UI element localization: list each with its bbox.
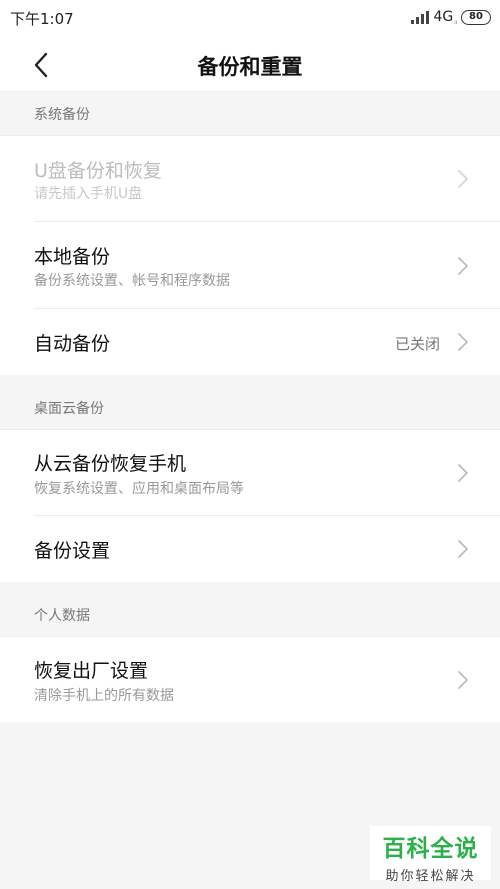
status-bar: 下午1:07 4G ᵢₗ 80	[0, 0, 500, 38]
chevron-right-icon	[458, 333, 468, 351]
chevron-right-icon	[458, 257, 468, 275]
section-label-system-backup: 系统备份	[34, 107, 90, 123]
watermark-logo: 百科全说	[382, 836, 479, 862]
network-activity-icon: ᵢₗ	[454, 17, 457, 26]
restore-from-cloud-item[interactable]: 从云备份恢复手机 恢复系统设置、应用和桌面布局等	[0, 429, 500, 515]
row-subtitle: 备份系统设置、帐号和程序数据	[34, 273, 230, 289]
row-title: 备份设置	[34, 540, 111, 562]
title-bar: 备份和重置	[0, 38, 500, 92]
battery-icon: 80	[461, 9, 491, 25]
watermark: 百科全说 助你轻松解决	[370, 826, 491, 884]
chevron-right-icon	[458, 464, 468, 482]
signal-icon	[411, 10, 430, 24]
backup-settings-item[interactable]: 备份设置	[0, 516, 500, 582]
row-title: U盘备份和恢复	[34, 160, 162, 182]
factory-reset-item[interactable]: 恢复出厂设置 清除手机上的所有数据	[0, 636, 500, 722]
row-title: 从云备份恢复手机	[34, 453, 187, 475]
row-title: 自动备份	[34, 333, 111, 355]
row-title: 恢复出厂设置	[34, 660, 149, 682]
row-subtitle: 清除手机上的所有数据	[34, 688, 174, 704]
chevron-right-icon	[458, 170, 468, 188]
usb-backup-restore-item[interactable]: U盘备份和恢复 请先插入手机U盘	[0, 135, 500, 222]
chevron-right-icon	[458, 540, 468, 558]
battery-level: 80	[469, 10, 483, 22]
status-icons: 4G ᵢₗ 80	[411, 8, 491, 26]
page-title: 备份和重置	[197, 55, 303, 79]
network-type: 4G	[433, 9, 454, 25]
section-system-backup: U盘备份和恢复 请先插入手机U盘 本地备份 备份系统设置、帐号和程序数据 自动备…	[0, 135, 500, 375]
section-personal-data: 恢复出厂设置 清除手机上的所有数据	[0, 636, 500, 722]
section-label-cloud-backup: 桌面云备份	[34, 401, 104, 417]
watermark-slogan: 助你轻松解决	[385, 869, 476, 884]
section-cloud-backup: 从云备份恢复手机 恢复系统设置、应用和桌面布局等 备份设置	[0, 429, 500, 582]
section-label-personal-data: 个人数据	[34, 608, 90, 624]
auto-backup-status: 已关闭	[394, 335, 440, 353]
row-title: 本地备份	[34, 246, 111, 268]
row-subtitle: 请先插入手机U盘	[34, 186, 143, 202]
auto-backup-item[interactable]: 自动备份 已关闭	[0, 309, 500, 375]
local-backup-item[interactable]: 本地备份 备份系统设置、帐号和程序数据	[0, 222, 500, 308]
chevron-right-icon	[458, 671, 468, 689]
row-subtitle: 恢复系统设置、应用和桌面布局等	[34, 481, 244, 497]
status-time: 下午1:07	[10, 10, 74, 28]
